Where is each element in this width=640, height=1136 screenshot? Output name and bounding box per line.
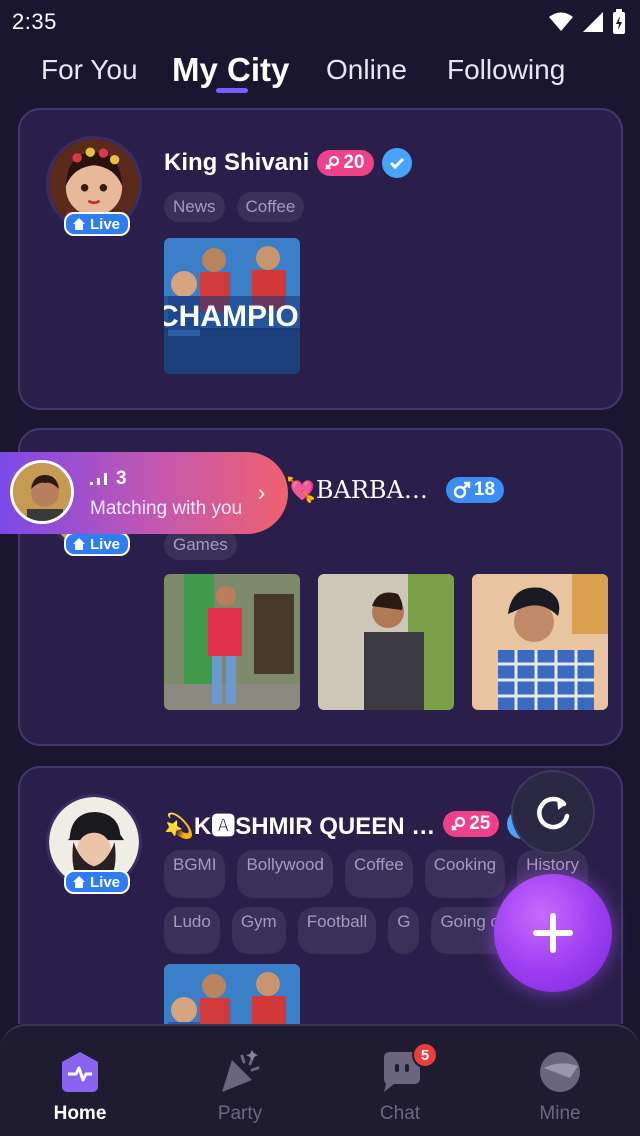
home-icon [73,876,85,888]
nav-party[interactable]: Party [160,1026,320,1136]
nav-chat[interactable]: 5 Chat [320,1026,480,1136]
nav-label: Party [217,1103,263,1124]
tag: BGMI [164,850,226,898]
active-tab-indicator [216,88,248,93]
avatar[interactable]: Live [46,136,142,236]
level-badge: 20 [317,150,374,176]
home-pulse-icon [62,1052,98,1092]
tag: Football [297,906,377,954]
male-symbol-icon [453,481,471,499]
name-row: 💘BARBA… 18 [286,476,505,504]
signal-icon [583,12,603,32]
tag: G [388,906,420,954]
tag: Coffee [344,850,413,898]
tag: Bollywood [237,850,333,898]
avatar[interactable]: Live [46,794,142,894]
user-name: 💫K🅰SHMIR QUEEN … [164,813,436,840]
nav-label: Mine [539,1103,581,1124]
cricket-photo [164,964,300,1024]
tag: Coffee [236,192,305,222]
interest-tags: News Coffee [164,192,305,222]
matching-banner[interactable]: 3 Matching with you › [0,452,288,534]
name-row: King Shivani 20 [164,148,412,178]
photo-text: CHAMPIOI [164,300,300,333]
status-time: 2:35 [12,9,57,34]
tab-online[interactable]: Online [326,54,407,86]
signal-bars-icon [90,472,107,485]
match-count: 3 [88,468,127,490]
photo-man-plaid [472,574,608,710]
live-label: Live [90,873,121,891]
tab-for-you[interactable]: For You [41,54,138,86]
female-symbol-icon [451,816,466,831]
battery-icon [613,9,625,34]
level-badge: 18 [445,477,505,503]
refresh-button[interactable] [511,770,595,854]
profile-planet-icon [540,1052,580,1092]
match-count-value: 3 [116,468,127,489]
verified-icon [381,148,412,178]
bottom-nav: Home Party 5 Chat Mine [0,1024,640,1136]
nav-home[interactable]: Home [0,1026,160,1136]
status-icons [548,9,626,35]
home-icon [73,218,85,230]
post-photo[interactable]: CHAMPIOI [164,238,300,374]
female-symbol-icon [325,155,340,170]
refresh-icon [537,796,570,830]
post-photo[interactable] [472,574,608,710]
live-badge: Live [64,212,131,236]
status-bar: 2:35 [0,0,640,44]
live-badge: Live [64,532,131,556]
match-avatar-image [13,463,71,521]
tab-my-city[interactable]: My City [172,51,289,89]
add-post-button[interactable] [494,874,612,992]
tag: Ludo [164,906,220,954]
match-avatar [10,460,74,524]
post-photo[interactable] [164,964,300,1024]
tag: News [164,192,225,222]
post-photo[interactable] [164,574,300,710]
photo-man-red-jacket [164,574,300,710]
live-label: Live [90,535,121,553]
interest-tags: Games [164,530,237,560]
cricket-photo: CHAMPIOI [164,238,300,374]
home-icon [73,538,85,550]
nav-label: Chat [379,1103,421,1124]
user-name: King Shivani [164,149,310,176]
live-badge: Live [64,870,131,894]
wifi-icon [549,12,573,31]
top-tabs: For You My City Online Following [0,44,640,100]
tab-following[interactable]: Following [447,54,565,86]
user-card[interactable]: Live King Shivani 20 News Coffee CHAMPIO… [18,108,623,410]
unread-badge: 5 [412,1042,438,1068]
tag: Gym [231,906,286,954]
level-badge: 25 [443,810,500,837]
level-value: 18 [473,479,496,500]
party-popper-icon [222,1050,260,1092]
match-text: Matching with you [90,498,243,519]
level-value: 20 [343,152,365,173]
tag: Cooking [424,850,506,898]
tag: Games [164,530,237,560]
user-name: 💘BARBA… [286,476,428,504]
plus-icon [533,913,573,953]
photo-man-side [318,574,454,710]
name-row: 💫K🅰SHMIR QUEEN … 25 [164,806,538,841]
nav-mine[interactable]: Mine [480,1026,640,1136]
post-photo[interactable] [318,574,454,710]
nav-label: Home [53,1103,107,1124]
level-value: 25 [469,812,491,834]
live-label: Live [90,215,121,233]
chevron-right-icon: › [258,480,266,505]
